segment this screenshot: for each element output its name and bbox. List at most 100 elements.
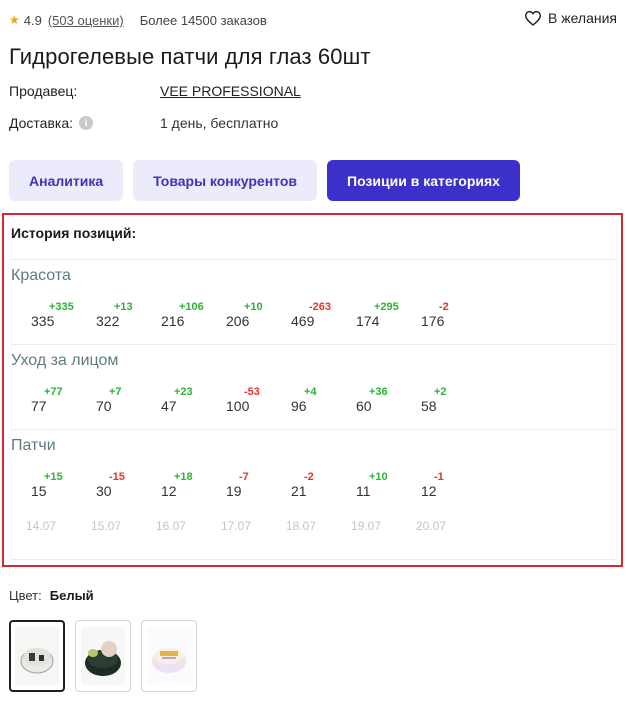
wishlist-button[interactable]: В желания [524, 10, 617, 26]
variant-thumb[interactable] [9, 620, 65, 692]
seller-link[interactable]: VEE PROFESSIONAL [160, 83, 301, 99]
date-label: 16.07 [156, 519, 187, 533]
position-cell: 12 +18 [141, 471, 206, 501]
category-name: Патчи [11, 437, 56, 454]
position-cell: 176 -2 [401, 301, 466, 331]
position-value: 96 [291, 398, 307, 414]
dates-row: 14.07 15.07 16.07 17.07 18.07 19.07 20.07 [11, 519, 611, 535]
position-cell: 77 +77 [11, 386, 76, 416]
position-cell: 174 +295 [336, 301, 401, 331]
product-image [81, 627, 125, 685]
product-title: Гидрогелевые патчи для глаз 60шт [9, 44, 371, 69]
color-variants [9, 620, 197, 692]
seller-label: Продавец: [9, 83, 78, 99]
position-delta: +106 [179, 301, 204, 313]
product-image [147, 627, 191, 685]
color-row: Цвет: Белый [9, 588, 94, 603]
date-label: 20.07 [416, 519, 447, 533]
position-value: 19 [226, 483, 242, 499]
variant-thumb[interactable] [141, 620, 197, 692]
rating-value: 4.9 [23, 12, 42, 28]
variant-thumb[interactable] [75, 620, 131, 692]
position-delta: -15 [109, 471, 125, 483]
position-value: 47 [161, 398, 177, 414]
heart-icon [524, 10, 541, 26]
position-cell: 21 -2 [271, 471, 336, 501]
position-cell: 30 -15 [76, 471, 141, 501]
delivery-row: Доставка: i 1 день, бесплатно [9, 115, 609, 131]
position-delta: +36 [369, 386, 388, 398]
position-value: 15 [31, 483, 47, 499]
position-cell: 47 +23 [141, 386, 206, 416]
info-icon[interactable]: i [79, 116, 94, 130]
position-delta: +4 [304, 386, 317, 398]
position-value: 60 [356, 398, 372, 414]
position-value: 30 [96, 483, 112, 499]
position-cell: 60 +36 [336, 386, 401, 416]
position-value: 12 [421, 483, 437, 499]
position-value: 12 [161, 483, 177, 499]
category-name: Красота [11, 267, 71, 284]
position-value: 70 [96, 398, 112, 414]
tab-category-positions[interactable]: Позиции в категориях [327, 160, 520, 201]
position-delta: +7 [109, 386, 122, 398]
orders-count: Более 14500 заказов [139, 12, 267, 28]
position-value: 206 [226, 313, 250, 329]
position-delta: -263 [309, 301, 332, 313]
delivery-label: Доставка: [9, 115, 74, 131]
position-value: 335 [31, 313, 55, 329]
position-cell: 335 +335 [11, 301, 76, 331]
tab-analytics[interactable]: Аналитика [9, 160, 124, 201]
position-value: 11 [356, 483, 371, 499]
position-cell: 96 +4 [271, 386, 336, 416]
rating-row: ★ 4.9 (503 оценки) Более 14500 заказов В… [9, 10, 617, 30]
position-cell: 15 +15 [11, 471, 76, 501]
position-value: 322 [96, 313, 120, 329]
color-label: Цвет: [9, 588, 42, 603]
position-delta: +23 [174, 386, 193, 398]
position-cell: 216 +106 [141, 301, 206, 331]
positions-title: История позиций: [11, 225, 137, 241]
star-icon: ★ [9, 13, 20, 27]
position-delta: +295 [374, 301, 399, 313]
position-delta: -53 [244, 386, 260, 398]
tabs-bar: Аналитика Товары конкурентов Позиции в к… [9, 160, 520, 201]
position-cell: 11 +10 [336, 471, 401, 501]
position-delta: +15 [44, 471, 63, 483]
position-value: 176 [421, 313, 445, 329]
position-delta: -2 [304, 471, 314, 483]
delivery-value: 1 день, бесплатно [160, 115, 279, 131]
position-delta: -1 [434, 471, 444, 483]
position-delta: +10 [369, 471, 388, 483]
position-value: 58 [421, 398, 437, 414]
positions-panel: История позиций: Красота 335 +335 322 +13 216… [2, 213, 623, 567]
category-name: Уход за лицом [11, 352, 119, 369]
product-image [15, 627, 59, 685]
position-cell: 70 +7 [76, 386, 141, 416]
position-delta: +10 [244, 301, 263, 313]
position-delta: +2 [434, 386, 447, 398]
position-cell: 19 -7 [206, 471, 271, 501]
date-label: 18.07 [286, 519, 317, 533]
date-label: 17.07 [221, 519, 252, 533]
divider [11, 259, 617, 260]
position-value: 469 [291, 313, 315, 329]
positions-row: 335 +335 322 +13 216 +106 206 +10 469 -263 174 +295… [11, 301, 611, 331]
position-value: 21 [291, 483, 307, 499]
position-value: 100 [226, 398, 250, 414]
position-delta: +77 [44, 386, 63, 398]
color-value: Белый [49, 588, 94, 603]
tab-competitors[interactable]: Товары конкурентов [133, 160, 317, 201]
position-cell: 206 +10 [206, 301, 271, 331]
wishlist-label: В желания [547, 10, 617, 26]
delivery-label-wrap: Доставка: i [9, 115, 160, 131]
divider [11, 344, 617, 345]
position-value: 174 [356, 313, 380, 329]
position-delta: +13 [114, 301, 133, 313]
position-delta: +335 [49, 301, 74, 313]
date-label: 19.07 [351, 519, 382, 533]
reviews-link[interactable]: (503 оценки) [48, 13, 124, 28]
positions-row: 77 +77 70 +7 47 +23 100 -53 96 +4 60 +36 58 +2 [11, 386, 611, 416]
position-value: 216 [161, 313, 185, 329]
position-cell: 12 -1 [401, 471, 466, 501]
